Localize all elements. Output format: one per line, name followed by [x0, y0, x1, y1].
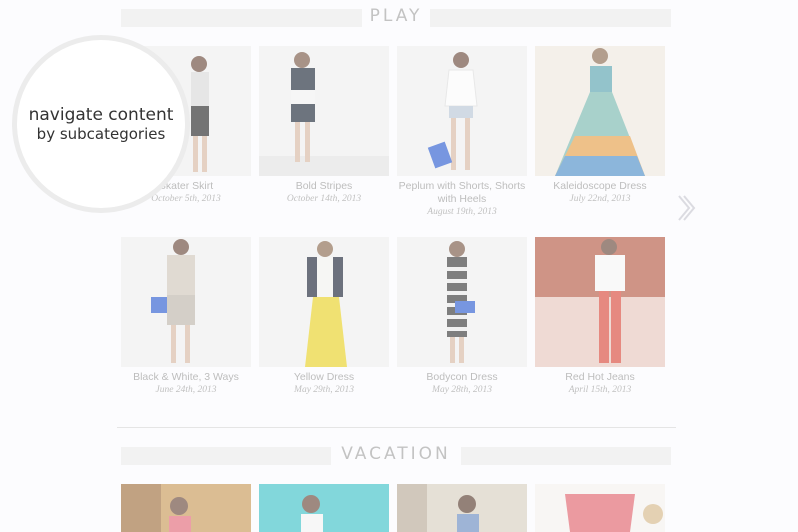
post-thumbnail[interactable] [397, 46, 527, 176]
callout-line-1: navigate content [28, 104, 174, 125]
post-date: June 24th, 2013 [155, 385, 217, 395]
post-title[interactable]: Black & White, 3 Ways [121, 371, 251, 384]
post-title[interactable]: Red Hot Jeans [535, 371, 665, 384]
post-title[interactable]: Bodycon Dress [397, 371, 527, 384]
post-card[interactable]: Black & White, 3 Ways June 24th, 2013 [121, 237, 251, 395]
post-date: April 15th, 2013 [568, 385, 632, 395]
post-card[interactable]: Bold Stripes October 14th, 2013 [259, 46, 389, 204]
post-thumbnail[interactable] [397, 484, 527, 532]
post-date: May 28th, 2013 [432, 385, 492, 395]
post-title[interactable]: Bold Stripes [259, 180, 389, 193]
post-thumbnail[interactable] [535, 46, 665, 176]
post-thumbnail[interactable] [535, 484, 665, 532]
post-title[interactable]: Kaleidoscope Dress [535, 180, 665, 193]
section-divider [117, 427, 676, 428]
subcategory-callout: navigate content by subcategories [12, 35, 190, 213]
post-date: October 14th, 2013 [286, 194, 362, 204]
post-thumbnail[interactable] [259, 46, 389, 176]
post-card[interactable]: Red Hot Jeans April 15th, 2013 [535, 237, 665, 395]
post-card[interactable]: Bodycon Dress May 28th, 2013 [397, 237, 527, 395]
post-title[interactable]: Yellow Dress [259, 371, 389, 384]
post-card[interactable]: Kaleidoscope Dress July 22nd, 2013 [535, 46, 665, 204]
post-card[interactable]: Yellow Dress May 29th, 2013 [259, 237, 389, 395]
post-date: August 19th, 2013 [427, 207, 497, 217]
post-thumbnail[interactable] [397, 237, 527, 367]
post-date: July 22nd, 2013 [569, 194, 631, 204]
post-thumbnail[interactable] [259, 237, 389, 367]
post-title[interactable]: Peplum with Shorts, Shorts with Heels [397, 180, 527, 206]
section-header-vacation: VACATION [121, 444, 671, 465]
post-thumbnail[interactable] [121, 237, 251, 367]
section-title-play: PLAY [363, 6, 429, 26]
section-header-play: PLAY [121, 6, 671, 27]
post-thumbnail[interactable] [535, 237, 665, 367]
post-thumbnail[interactable] [121, 484, 251, 532]
chevron-right-icon[interactable] [676, 194, 696, 222]
callout-line-2: by subcategories [36, 124, 166, 143]
section-title-vacation: VACATION [335, 444, 457, 464]
post-date: May 29th, 2013 [294, 385, 354, 395]
post-thumbnail[interactable] [259, 484, 389, 532]
post-card[interactable]: Peplum with Shorts, Shorts with Heels Au… [397, 46, 527, 217]
